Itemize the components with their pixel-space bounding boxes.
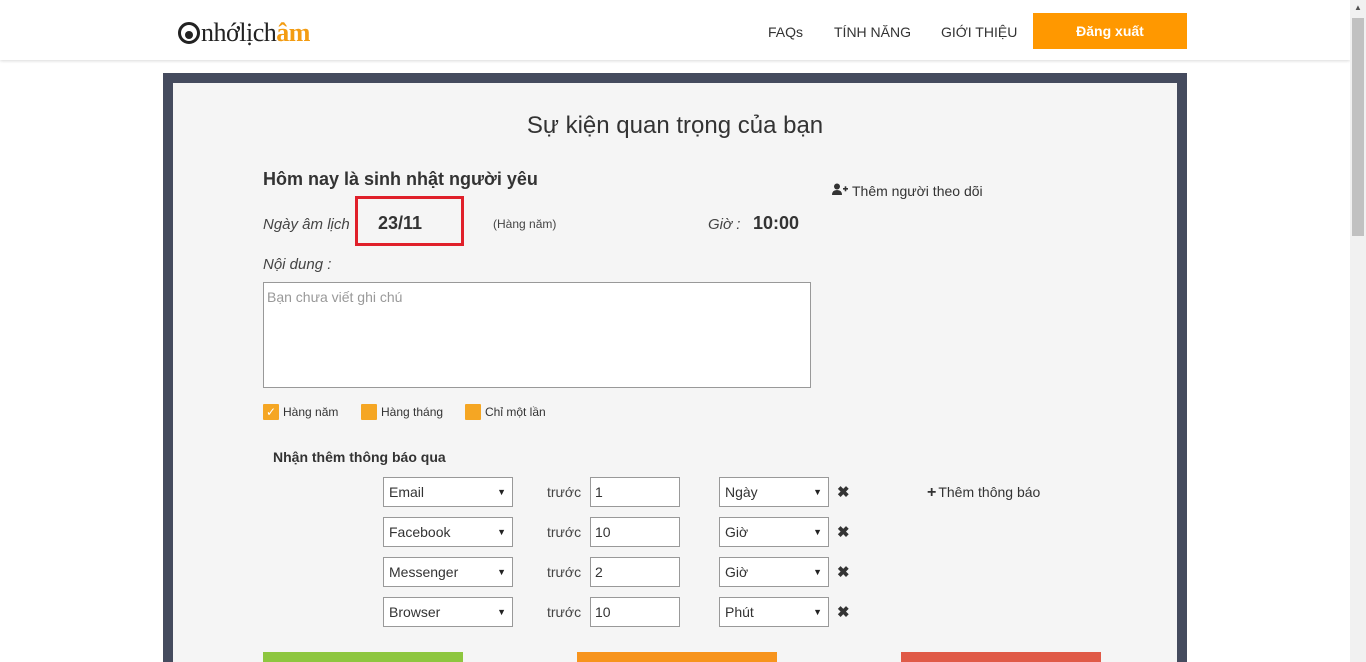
remove-notification-icon[interactable]: ✖: [837, 523, 850, 541]
scroll-up-icon[interactable]: ▲: [1350, 0, 1366, 16]
action-button-green[interactable]: [263, 652, 463, 662]
lunar-date-value[interactable]: 23/11: [378, 213, 422, 234]
dropdown-arrow-icon: ▼: [813, 527, 822, 537]
checkbox-once-label[interactable]: Chỉ một lần: [485, 405, 546, 419]
amount-input[interactable]: 2: [590, 557, 680, 587]
notify-section-title: Nhận thêm thông báo qua: [273, 449, 446, 465]
add-notification-button[interactable]: + Thêm thông báo: [927, 484, 1040, 502]
checkbox-yearly[interactable]: ✓: [263, 404, 279, 420]
top-navbar: nhớlịchâm FAQs TÍNH NĂNG GIỚI THIỆU Đăng…: [0, 0, 1350, 60]
note-textarea[interactable]: [263, 282, 811, 388]
channel-value: Email: [389, 484, 425, 500]
amount-input[interactable]: 1: [590, 477, 680, 507]
unit-select[interactable]: Giờ ▼: [719, 557, 829, 587]
time-label: Giờ :: [708, 216, 741, 233]
unit-select[interactable]: Ngày ▼: [719, 477, 829, 507]
page-title: Sự kiện quan trọng của bạn: [526, 112, 824, 139]
checkbox-once[interactable]: [465, 404, 481, 420]
dropdown-arrow-icon: ▼: [497, 487, 506, 497]
unit-select[interactable]: Giờ ▼: [719, 517, 829, 547]
action-button-orange[interactable]: [577, 652, 777, 662]
logo-text-accent: âm: [276, 18, 310, 47]
channel-value: Messenger: [389, 564, 459, 580]
channel-value: Facebook: [389, 524, 451, 540]
unit-value: Giờ: [725, 524, 749, 540]
unit-value: Ngày: [725, 484, 758, 500]
site-logo[interactable]: nhớlịchâm: [178, 18, 310, 48]
scroll-thumb[interactable]: [1352, 18, 1364, 236]
before-label: trước: [547, 484, 582, 500]
content-label: Nội dung :: [263, 256, 332, 273]
unit-select[interactable]: Phút ▼: [719, 597, 829, 627]
add-follower-label: Thêm người theo dõi: [852, 183, 983, 199]
dropdown-arrow-icon: ▼: [813, 607, 822, 617]
dropdown-arrow-icon: ▼: [497, 607, 506, 617]
nav-features[interactable]: TÍNH NĂNG: [834, 24, 911, 40]
nav-about[interactable]: GIỚI THIỆU: [941, 24, 1017, 40]
add-notification-label: Thêm thông báo: [938, 484, 1041, 500]
channel-select[interactable]: Messenger ▼: [383, 557, 513, 587]
channel-select[interactable]: Email ▼: [383, 477, 513, 507]
dropdown-arrow-icon: ▼: [813, 567, 822, 577]
page-scrollbar[interactable]: ▲: [1350, 0, 1366, 662]
unit-value: Phút: [725, 604, 754, 620]
amount-input[interactable]: 10: [590, 517, 680, 547]
dropdown-arrow-icon: ▼: [497, 527, 506, 537]
dropdown-arrow-icon: ▼: [497, 567, 506, 577]
add-follower-button[interactable]: Thêm người theo dõi: [832, 183, 983, 199]
checkbox-yearly-label[interactable]: Hàng năm: [283, 405, 338, 419]
time-value[interactable]: 10:00: [753, 213, 799, 234]
channel-select[interactable]: Browser ▼: [383, 597, 513, 627]
unit-value: Giờ: [725, 564, 749, 580]
lunar-date-label: Ngày âm lịch: [263, 216, 350, 233]
nav-faqs[interactable]: FAQs: [768, 24, 803, 40]
checkbox-monthly[interactable]: [361, 404, 377, 420]
before-label: trước: [547, 604, 582, 620]
logo-swirl-icon: [178, 22, 200, 44]
remove-notification-icon[interactable]: ✖: [837, 603, 850, 621]
amount-input[interactable]: 10: [590, 597, 680, 627]
event-name: Hôm nay là sinh nhật người yêu: [263, 169, 538, 189]
logout-button[interactable]: Đăng xuất: [1033, 13, 1187, 49]
remove-notification-icon[interactable]: ✖: [837, 483, 850, 501]
logo-text: nhớlịch: [201, 18, 277, 47]
remove-notification-icon[interactable]: ✖: [837, 563, 850, 581]
channel-value: Browser: [389, 604, 441, 620]
before-label: trước: [547, 564, 582, 580]
repeat-note: (Hàng năm): [493, 217, 557, 231]
dropdown-arrow-icon: ▼: [813, 487, 822, 497]
before-label: trước: [547, 524, 582, 540]
plus-icon: +: [927, 484, 937, 501]
action-button-red[interactable]: [901, 652, 1101, 662]
checkbox-monthly-label[interactable]: Hàng tháng: [381, 405, 443, 419]
channel-select[interactable]: Facebook ▼: [383, 517, 513, 547]
add-user-icon: [832, 183, 848, 199]
